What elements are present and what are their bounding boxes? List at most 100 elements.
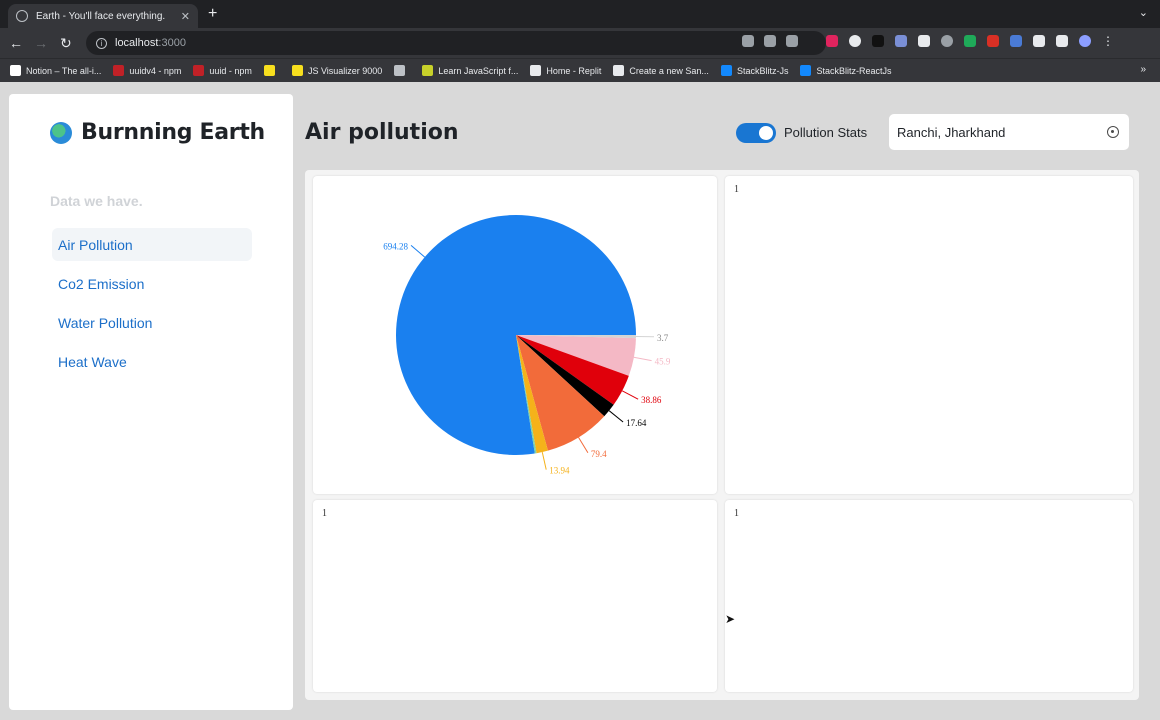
back-icon[interactable]: ← — [9, 34, 23, 52]
bookmark-item[interactable]: Learn JavaScript f... — [422, 65, 518, 76]
bookmark-item[interactable]: uuid - npm — [193, 65, 252, 76]
bookmark-item[interactable] — [263, 65, 280, 76]
forward-icon[interactable]: → — [34, 34, 48, 52]
bookmark-item[interactable] — [394, 65, 410, 76]
chevron-right-icon[interactable]: » — [1140, 64, 1146, 75]
sidebar-item-co2-emission[interactable]: Co2 Emission — [52, 267, 252, 300]
pie-data-label: 17.64 — [626, 418, 647, 428]
avatar[interactable] — [1079, 35, 1091, 47]
sidebar-item-heat-wave[interactable]: Heat Wave — [52, 345, 252, 378]
bookmark-icon — [800, 65, 812, 76]
bookmark-icon — [113, 65, 125, 76]
bookmark-item[interactable]: Create a new San... — [613, 65, 709, 76]
sidebar: Burnning Earth Data we have. Air Polluti… — [9, 94, 293, 710]
browser-tab[interactable]: Earth - You'll face everything. ✕ — [8, 4, 198, 28]
bookmark-icon — [422, 65, 434, 76]
toggle-label: Pollution Stats — [784, 125, 868, 140]
bookmark-item[interactable]: StackBlitz-ReactJs — [800, 65, 891, 76]
charts-grid: 694.28 3.7 45.9 38.86 17.64 79.4 13.94 1 1 1 — [305, 170, 1139, 700]
card-placeholder: 1 — [734, 184, 739, 195]
pie-label-line — [633, 356, 652, 362]
url-port: :3000 — [158, 37, 186, 49]
bookmark-item[interactable]: uuidv4 - npm — [113, 65, 181, 76]
url-host: localhost — [115, 37, 159, 49]
bookmark-item[interactable]: Notion – The all-i... — [10, 65, 101, 76]
bookmark-label: Notion – The all-i... — [26, 65, 102, 76]
bookmark-label: Learn JavaScript f... — [438, 65, 519, 76]
document-icon[interactable] — [918, 35, 930, 47]
location-input[interactable]: Ranchi, Jharkhand — [889, 114, 1129, 150]
reload-icon[interactable]: ↻ — [60, 34, 72, 52]
bookmark-icon — [613, 65, 625, 76]
earth-icon — [50, 121, 72, 144]
pie-label-line — [608, 410, 624, 423]
bookmark-item[interactable]: Home - Replit — [530, 65, 601, 76]
bookmark-label: StackBlitz-Js — [736, 65, 789, 76]
address-bar[interactable]: i localhost :3000 — [86, 31, 826, 55]
bookmarks-bar: Notion – The all-i... uuidv4 - npm uuid - … — [0, 58, 1160, 82]
pie-data-label: 694.28 — [383, 241, 408, 251]
pie-data-label: 13.94 — [549, 466, 570, 476]
new-tab-button[interactable]: + — [208, 5, 217, 23]
bookmark-label: StackBlitz-ReactJs — [816, 65, 892, 76]
bookmark-icon — [720, 65, 732, 76]
location-value: Ranchi, Jharkhand — [897, 124, 1006, 140]
sidepanel-icon[interactable] — [1056, 35, 1068, 47]
location-icon[interactable] — [742, 35, 754, 47]
extension-icon[interactable] — [964, 35, 976, 47]
sidebar-item-air-pollution[interactable]: Air Pollution — [52, 228, 252, 261]
gear-icon[interactable] — [941, 35, 953, 47]
extension-icon[interactable] — [849, 35, 861, 47]
tab-title: Earth - You'll face everything. — [36, 10, 166, 22]
bookmark-icon — [291, 65, 303, 76]
bookmark-icon — [263, 65, 275, 76]
toggle-knob — [759, 126, 773, 140]
pie-label-line — [410, 245, 426, 258]
bookmark-label: Home - Replit — [546, 65, 602, 76]
info-icon[interactable]: i — [96, 37, 107, 49]
pie-data-label: 79.4 — [591, 449, 607, 459]
bookmark-item[interactable]: JS Visualizer 9000 — [291, 65, 383, 76]
browser-tabstrip: Earth - You'll face everything. ✕ + ⌄ — [0, 0, 1160, 28]
pie-chart: 694.28 3.7 45.9 38.86 17.64 79.4 13.94 — [383, 215, 671, 476]
extension-icon[interactable] — [872, 35, 884, 47]
bookmark-icon — [530, 65, 542, 76]
chevron-down-icon[interactable]: ⌄ — [1139, 6, 1148, 19]
bookmark-icon — [10, 65, 21, 76]
browser-toolbar: ← → ↻ i localhost :3000 ⋮ — [0, 28, 1160, 58]
card-placeholder: 1 — [734, 508, 739, 519]
sidebar-item-water-pollution[interactable]: Water Pollution — [52, 306, 252, 339]
share-icon[interactable] — [764, 35, 776, 47]
pie-label-line — [578, 437, 589, 454]
clear-icon[interactable] — [1107, 126, 1119, 138]
chart-card: 1 — [313, 500, 717, 692]
mouse-cursor-icon: ➤ — [725, 612, 736, 626]
pollution-stats-toggle[interactable] — [736, 123, 776, 143]
puzzle-icon[interactable] — [1033, 35, 1045, 47]
bookmark-label: JS Visualizer 9000 — [307, 65, 383, 76]
pie-label-line — [541, 451, 547, 470]
close-icon[interactable]: ✕ — [181, 10, 190, 23]
brand[interactable]: Burnning Earth — [50, 120, 265, 145]
bookmark-item[interactable]: StackBlitz-Js — [720, 65, 789, 76]
pie-label-line — [621, 390, 639, 400]
pie-data-label: 38.86 — [641, 395, 662, 405]
kebab-menu-icon[interactable]: ⋮ — [1102, 35, 1114, 47]
bookmark-label: Create a new San... — [629, 65, 709, 76]
star-icon[interactable] — [786, 35, 798, 47]
chart-card: 1 — [725, 176, 1133, 494]
card-placeholder: 1 — [322, 508, 327, 519]
chart-card-pie: 694.28 3.7 45.9 38.86 17.64 79.4 13.94 — [313, 176, 717, 494]
translate-icon[interactable] — [1010, 35, 1022, 47]
brand-name: Burnning Earth — [81, 120, 265, 145]
bookmark-icon — [394, 65, 406, 76]
pocket-icon[interactable] — [826, 35, 838, 47]
bookmark-label: uuid - npm — [209, 65, 252, 76]
app-page: Burnning Earth Data we have. Air Polluti… — [0, 82, 1160, 720]
bookmark-icon — [193, 65, 205, 76]
page-title: Air pollution — [305, 120, 459, 145]
pie-data-label: 45.9 — [655, 357, 671, 367]
pen-icon[interactable] — [895, 35, 907, 47]
extension-icon[interactable] — [987, 35, 999, 47]
pie-data-label: 3.7 — [657, 333, 669, 343]
